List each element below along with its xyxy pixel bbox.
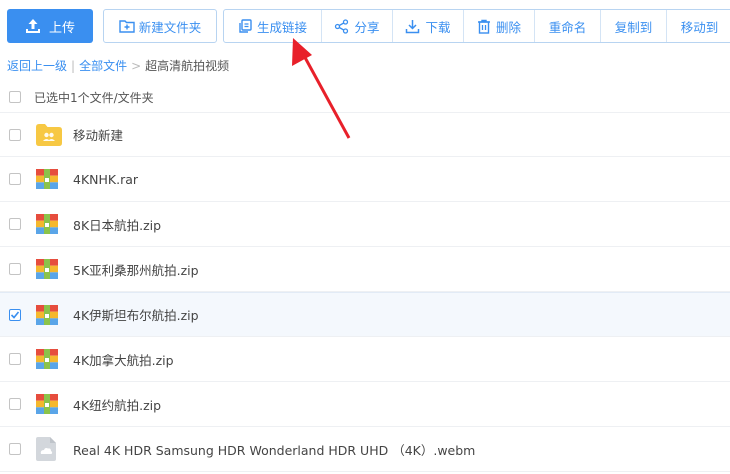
- new-folder-button[interactable]: 新建文件夹: [103, 9, 217, 43]
- row-checkbox[interactable]: [9, 173, 21, 185]
- rename-label: 重命名: [548, 19, 587, 35]
- shared-folder-icon: [36, 123, 62, 146]
- file-row[interactable]: 4KNHK.rar: [0, 157, 730, 202]
- file-name[interactable]: 4K纽约航拍.zip: [73, 395, 161, 414]
- row-checkbox-checked[interactable]: [9, 308, 21, 321]
- archive-icon: [36, 394, 58, 414]
- rename-button[interactable]: 重命名: [535, 10, 601, 42]
- action-button-group: 生成链接 分享 下载 删除 重命名 复制到 移动到: [223, 9, 730, 43]
- breadcrumb-current: 超高清航拍视频: [145, 59, 230, 73]
- folder-plus-icon: [119, 20, 135, 33]
- file-name[interactable]: 5K亚利桑那州航拍.zip: [73, 260, 199, 279]
- copy-to-button[interactable]: 复制到: [601, 10, 667, 42]
- selection-header: 已选中1个文件/文件夹: [0, 84, 730, 110]
- download-icon: [406, 19, 420, 33]
- selection-count: 已选中1个文件/文件夹: [34, 90, 154, 105]
- generate-link-button[interactable]: 生成链接: [224, 10, 322, 42]
- file-name[interactable]: 移动新建: [73, 125, 123, 144]
- file-name[interactable]: 4KNHK.rar: [73, 172, 138, 187]
- file-row-selected[interactable]: 4K伊斯坦布尔航拍.zip: [0, 292, 730, 337]
- file-row[interactable]: 移动新建: [0, 112, 730, 157]
- file-row[interactable]: 4K加拿大航拍.zip: [0, 337, 730, 382]
- archive-icon: [36, 214, 58, 234]
- copy-to-label: 复制到: [614, 19, 653, 35]
- move-to-button[interactable]: 移动到: [667, 10, 730, 42]
- row-checkbox[interactable]: [9, 353, 21, 365]
- file-name[interactable]: Real 4K HDR Samsung HDR Wonderland HDR U…: [73, 440, 475, 459]
- file-list: 移动新建 4KNHK.rar 8K日本航拍.zip 5K亚利桑那州航拍.zip …: [0, 112, 730, 472]
- toolbar: 上传 新建文件夹 生成链接 分享 下载 删除 重命名 复制到 移动到: [7, 9, 730, 43]
- select-all-checkbox[interactable]: [9, 91, 21, 103]
- back-link[interactable]: 返回上一级: [7, 57, 67, 74]
- file-name[interactable]: 4K伊斯坦布尔航拍.zip: [73, 305, 199, 324]
- download-label: 下载: [425, 19, 451, 35]
- row-checkbox[interactable]: [9, 218, 21, 230]
- generate-link-label: 生成链接: [256, 19, 307, 35]
- share-button[interactable]: 分享: [322, 10, 393, 42]
- archive-icon: [36, 304, 58, 325]
- row-checkbox[interactable]: [9, 263, 21, 275]
- file-name[interactable]: 8K日本航拍.zip: [73, 215, 161, 234]
- new-folder-label: 新建文件夹: [138, 19, 202, 35]
- video-file-icon: [36, 437, 56, 461]
- delete-label: 删除: [495, 19, 521, 35]
- archive-icon: [36, 169, 58, 189]
- archive-icon: [36, 259, 58, 279]
- upload-icon: [25, 19, 40, 33]
- move-to-label: 移动到: [680, 19, 719, 35]
- breadcrumb-chevron-icon: >: [131, 58, 142, 73]
- file-name[interactable]: 4K加拿大航拍.zip: [73, 350, 174, 369]
- archive-icon: [36, 349, 58, 369]
- upload-label: 上传: [48, 20, 75, 36]
- share-label: 分享: [354, 19, 380, 35]
- row-checkbox[interactable]: [9, 398, 21, 410]
- delete-button[interactable]: 删除: [464, 10, 535, 42]
- copy-link-icon: [239, 19, 252, 33]
- share-icon: [335, 18, 349, 34]
- download-button[interactable]: 下载: [393, 10, 464, 42]
- file-row[interactable]: Real 4K HDR Samsung HDR Wonderland HDR U…: [0, 427, 730, 472]
- trash-icon: [477, 19, 490, 34]
- row-checkbox[interactable]: [9, 443, 21, 455]
- check-icon: [10, 310, 20, 319]
- file-row[interactable]: 5K亚利桑那州航拍.zip: [0, 247, 730, 292]
- file-row[interactable]: 8K日本航拍.zip: [0, 202, 730, 247]
- breadcrumb: 返回上一级 | 全部文件 > 超高清航拍视频: [7, 57, 229, 74]
- row-checkbox[interactable]: [9, 128, 21, 141]
- breadcrumb-divider: |: [71, 58, 76, 73]
- all-files-link[interactable]: 全部文件: [79, 57, 127, 74]
- upload-button[interactable]: 上传: [7, 9, 93, 43]
- file-row[interactable]: 4K纽约航拍.zip: [0, 382, 730, 427]
